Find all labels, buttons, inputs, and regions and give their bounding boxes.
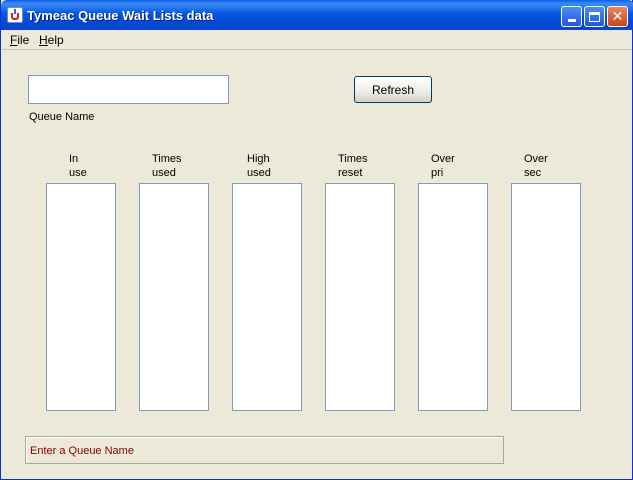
column-header-over-pri: Over pri bbox=[431, 153, 455, 179]
close-icon: ✕ bbox=[611, 8, 624, 25]
java-cup-icon[interactable] bbox=[7, 7, 23, 23]
column-header-over-sec: Over sec bbox=[524, 153, 548, 179]
refresh-button[interactable]: Refresh bbox=[354, 76, 432, 103]
status-bar: Enter a Queue Name bbox=[25, 436, 504, 464]
maximize-icon bbox=[589, 11, 600, 22]
maximize-button[interactable] bbox=[584, 6, 605, 27]
queue-name-label: Queue Name bbox=[29, 111, 95, 123]
in-use-list[interactable] bbox=[46, 183, 116, 411]
app-window: Tymeac Queue Wait Lists data ✕ File Help… bbox=[0, 0, 633, 480]
high-used-list[interactable] bbox=[232, 183, 302, 411]
minimize-icon bbox=[567, 19, 576, 22]
menu-help[interactable]: Help bbox=[39, 33, 64, 47]
over-pri-list[interactable] bbox=[418, 183, 488, 411]
queue-name-input[interactable] bbox=[28, 75, 229, 104]
title-bar[interactable]: Tymeac Queue Wait Lists data ✕ bbox=[1, 0, 633, 30]
minimize-button[interactable] bbox=[561, 6, 582, 27]
column-header-times-reset: Times reset bbox=[338, 153, 368, 179]
menu-file[interactable]: File bbox=[10, 33, 29, 47]
column-header-high-used: High used bbox=[247, 153, 271, 179]
times-reset-list[interactable] bbox=[325, 183, 395, 411]
menu-bar: File Help bbox=[2, 30, 632, 50]
close-button[interactable]: ✕ bbox=[607, 6, 628, 27]
status-message: Enter a Queue Name bbox=[30, 445, 134, 457]
window-title: Tymeac Queue Wait Lists data bbox=[27, 8, 214, 23]
column-header-in-use: In use bbox=[69, 153, 87, 179]
over-sec-list[interactable] bbox=[511, 183, 581, 411]
column-header-times-used: Times used bbox=[152, 153, 182, 179]
times-used-list[interactable] bbox=[139, 183, 209, 411]
